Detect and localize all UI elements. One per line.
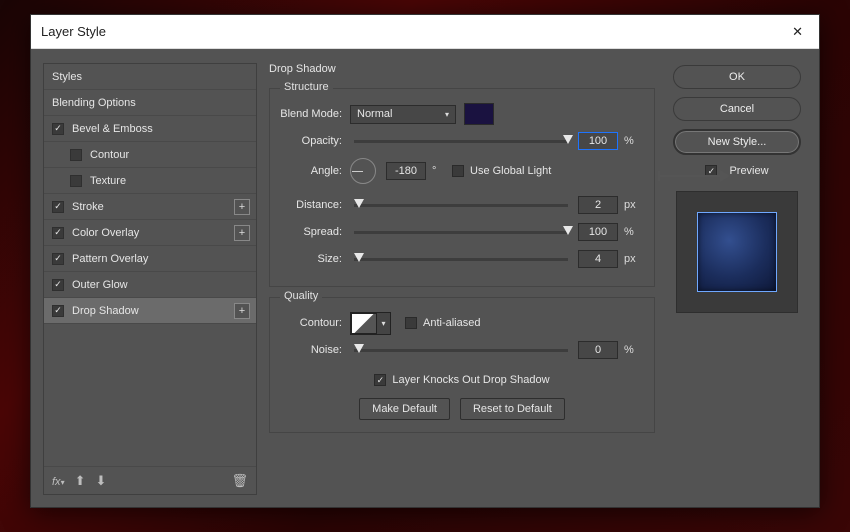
new-style-button[interactable]: New Style...	[673, 129, 801, 155]
checkbox-icon[interactable]	[70, 175, 82, 187]
sidebar-item-outer-glow[interactable]: Outer Glow	[44, 272, 256, 298]
sidebar-item-styles[interactable]: Styles	[44, 64, 256, 90]
spread-unit: %	[618, 226, 644, 238]
chevron-down-icon: ▾	[445, 110, 449, 119]
quality-group: Quality Contour: ▾ Anti-aliased Noise: 0	[269, 297, 655, 433]
close-icon[interactable]: ✕	[786, 22, 809, 42]
checkbox-icon[interactable]	[52, 305, 64, 317]
size-unit: px	[618, 253, 644, 265]
sidebar-item-pattern-overlay[interactable]: Pattern Overlay	[44, 246, 256, 272]
spread-label: Spread:	[280, 226, 350, 238]
anti-aliased-checkbox[interactable]	[405, 317, 417, 329]
size-label: Size:	[280, 253, 350, 265]
preview-label: Preview	[729, 165, 768, 177]
move-down-icon[interactable]: ⬇	[95, 473, 106, 489]
dialog-body: Styles Blending Options Bevel & Emboss C…	[31, 49, 819, 507]
angle-input[interactable]: -180	[386, 162, 426, 180]
contour-label: Contour:	[280, 317, 350, 329]
blend-mode-label: Blend Mode:	[280, 108, 350, 120]
distance-unit: px	[618, 199, 644, 211]
knockout-label: Layer Knocks Out Drop Shadow	[392, 374, 549, 386]
sidebar-footer: fx▾ ⬆ ⬇ 🗑	[44, 466, 256, 494]
sidebar-item-label: Styles	[52, 71, 82, 83]
move-up-icon[interactable]: ⬆	[75, 473, 86, 489]
panel-title: Drop Shadow	[269, 63, 655, 75]
size-slider[interactable]	[354, 258, 568, 261]
titlebar: Layer Style ✕	[31, 15, 819, 49]
trash-icon[interactable]: 🗑	[231, 473, 248, 489]
styles-sidebar: Styles Blending Options Bevel & Emboss C…	[43, 63, 257, 495]
spread-input[interactable]: 100	[578, 223, 618, 241]
checkbox-icon[interactable]	[52, 227, 64, 239]
add-effect-icon[interactable]: +	[234, 199, 250, 215]
angle-label: Angle:	[280, 165, 350, 177]
blend-mode-value: Normal	[357, 108, 392, 120]
noise-slider[interactable]	[354, 349, 568, 352]
angle-dial[interactable]	[350, 158, 376, 184]
noise-input[interactable]: 0	[578, 341, 618, 359]
sidebar-item-label: Stroke	[72, 201, 104, 213]
structure-legend: Structure	[280, 81, 333, 93]
sidebar-item-label: Drop Shadow	[72, 305, 139, 317]
add-effect-icon[interactable]: +	[234, 303, 250, 319]
sidebar-item-label: Color Overlay	[72, 227, 139, 239]
global-light-label: Use Global Light	[470, 165, 551, 177]
sidebar-item-label: Pattern Overlay	[72, 253, 148, 265]
sidebar-item-stroke[interactable]: Stroke +	[44, 194, 256, 220]
quality-legend: Quality	[280, 290, 322, 302]
distance-input[interactable]: 2	[578, 196, 618, 214]
checkbox-icon[interactable]	[52, 253, 64, 265]
sidebar-item-label: Outer Glow	[72, 279, 128, 291]
opacity-label: Opacity:	[280, 135, 350, 147]
sidebar-item-color-overlay[interactable]: Color Overlay +	[44, 220, 256, 246]
angle-unit: °	[426, 165, 452, 177]
global-light-checkbox[interactable]	[452, 165, 464, 177]
sidebar-item-label: Texture	[90, 175, 126, 187]
anti-aliased-label: Anti-aliased	[423, 317, 480, 329]
preview-image	[697, 212, 777, 292]
blend-mode-select[interactable]: Normal ▾	[350, 105, 456, 124]
size-input[interactable]: 4	[578, 250, 618, 268]
sidebar-item-label: Contour	[90, 149, 129, 161]
effect-settings-panel: Drop Shadow Structure Blend Mode: Normal…	[269, 63, 655, 495]
opacity-slider[interactable]	[354, 140, 568, 143]
add-effect-icon[interactable]: +	[234, 225, 250, 241]
cancel-button[interactable]: Cancel	[673, 97, 801, 121]
sidebar-item-texture[interactable]: Texture	[44, 168, 256, 194]
distance-label: Distance:	[280, 199, 350, 211]
contour-swatch[interactable]	[351, 313, 377, 334]
knockout-checkbox[interactable]	[374, 374, 386, 386]
contour-dropdown-icon[interactable]: ▾	[377, 313, 390, 334]
structure-group: Structure Blend Mode: Normal ▾ Opacity: …	[269, 88, 655, 287]
preview-thumbnail	[676, 191, 798, 313]
checkbox-icon[interactable]	[52, 279, 64, 291]
sidebar-item-drop-shadow[interactable]: Drop Shadow +	[44, 298, 256, 324]
make-default-button[interactable]: Make Default	[359, 398, 450, 420]
styles-list: Styles Blending Options Bevel & Emboss C…	[43, 63, 257, 495]
layer-style-dialog: Layer Style ✕ Styles Blending Options Be…	[30, 14, 820, 508]
checkbox-icon[interactable]	[70, 149, 82, 161]
distance-slider[interactable]	[354, 204, 568, 207]
opacity-input[interactable]: 100	[578, 132, 618, 150]
sidebar-item-blending-options[interactable]: Blending Options	[44, 90, 256, 116]
annotation-arrow-icon	[659, 175, 729, 177]
sidebar-item-contour[interactable]: Contour	[44, 142, 256, 168]
checkbox-icon[interactable]	[52, 201, 64, 213]
dialog-buttons-column: OK Cancel New Style... Preview	[667, 63, 807, 495]
sidebar-item-label: Bevel & Emboss	[72, 123, 153, 135]
fx-menu-icon[interactable]: fx▾	[52, 473, 65, 488]
reset-default-button[interactable]: Reset to Default	[460, 398, 565, 420]
spread-slider[interactable]	[354, 231, 568, 234]
shadow-color-swatch[interactable]	[464, 103, 494, 125]
noise-unit: %	[618, 344, 644, 356]
checkbox-icon[interactable]	[52, 123, 64, 135]
ok-button[interactable]: OK	[673, 65, 801, 89]
sidebar-item-bevel-emboss[interactable]: Bevel & Emboss	[44, 116, 256, 142]
window-title: Layer Style	[41, 24, 106, 39]
sidebar-item-label: Blending Options	[52, 97, 136, 109]
opacity-unit: %	[618, 135, 644, 147]
noise-label: Noise:	[280, 344, 350, 356]
